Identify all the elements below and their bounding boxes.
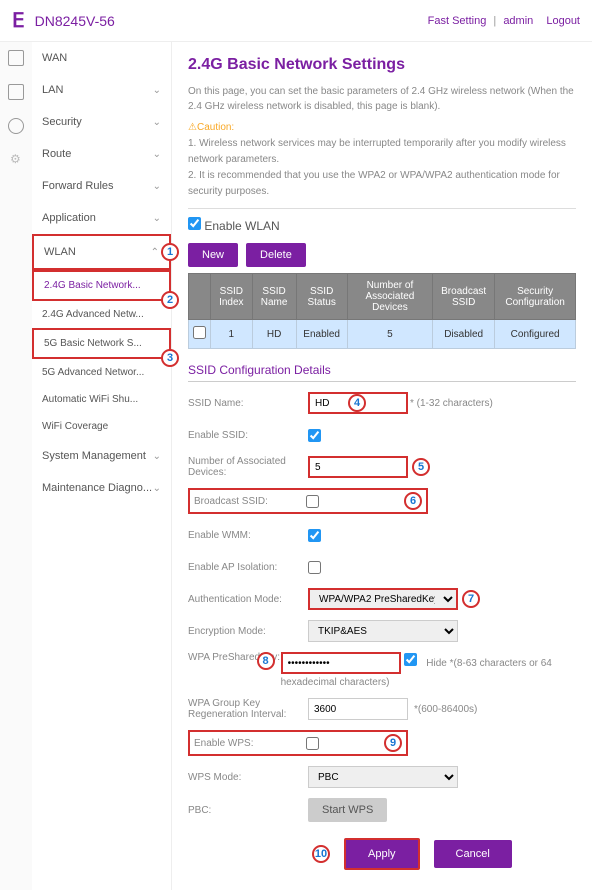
nav-5g-advanced[interactable]: 5G Advanced Networ... bbox=[32, 359, 171, 386]
plus-icon[interactable] bbox=[8, 84, 24, 100]
annotation-10: 10 bbox=[312, 845, 330, 863]
enable-wlan-checkbox[interactable] bbox=[188, 217, 201, 230]
wps-mode-label: WPS Mode: bbox=[188, 772, 308, 783]
sidebar: WAN LAN⌄ Security⌄ Route⌄ Forward Rules⌄… bbox=[32, 42, 172, 890]
home-icon[interactable] bbox=[8, 50, 24, 66]
broadcast-ssid-checkbox[interactable] bbox=[306, 495, 319, 508]
start-wps-button[interactable]: Start WPS bbox=[308, 798, 387, 822]
model-name: DN8245V-56 bbox=[35, 13, 115, 29]
nav-system-mgmt[interactable]: System Management⌄ bbox=[32, 440, 171, 472]
annotation-9: 9 bbox=[384, 734, 402, 752]
nav-24g-basic[interactable]: 2.4G Basic Network... 2 bbox=[32, 270, 171, 301]
chevron-down-icon: ⌄ bbox=[153, 451, 161, 462]
ssid-config-title: SSID Configuration Details bbox=[188, 363, 576, 382]
header: ⴹ DN8245V-56 Fast Setting | admin Logout bbox=[0, 0, 592, 42]
assoc-devices-label: Number of Associated Devices: bbox=[188, 456, 308, 478]
enable-ssid-checkbox[interactable] bbox=[308, 429, 321, 442]
broadcast-ssid-label: Broadcast SSID: bbox=[194, 496, 306, 507]
psk-hide-checkbox[interactable] bbox=[404, 653, 417, 666]
page-title: 2.4G Basic Network Settings bbox=[188, 56, 576, 74]
chevron-down-icon: ⌄ bbox=[153, 181, 161, 192]
regen-interval-input[interactable] bbox=[308, 698, 408, 720]
auth-mode-select[interactable]: WPA/WPA2 PreSharedKey bbox=[308, 588, 458, 610]
enable-wmm-label: Enable WMM: bbox=[188, 530, 308, 541]
ap-isolation-label: Enable AP Isolation: bbox=[188, 562, 308, 573]
nav-wan[interactable]: WAN bbox=[32, 42, 171, 74]
assoc-devices-input[interactable] bbox=[308, 456, 408, 478]
ssid-name-hint: * (1-32 characters) bbox=[410, 398, 493, 409]
cancel-button[interactable]: Cancel bbox=[434, 840, 512, 868]
nav-maintenance[interactable]: Maintenance Diagno...⌄ bbox=[32, 472, 171, 504]
table-row[interactable]: 1HDEnabled 5DisabledConfigured bbox=[189, 320, 576, 349]
annotation-3: 3 bbox=[161, 349, 179, 367]
wps-mode-select[interactable]: PBC bbox=[308, 766, 458, 788]
encryption-mode-label: Encryption Mode: bbox=[188, 626, 308, 637]
ssid-table: SSID IndexSSID NameSSID Status Number of… bbox=[188, 273, 576, 349]
chevron-down-icon: ⌄ bbox=[153, 149, 161, 160]
enable-ssid-label: Enable SSID: bbox=[188, 430, 308, 441]
nav-application[interactable]: Application⌄ bbox=[32, 202, 171, 234]
nav-lan[interactable]: LAN⌄ bbox=[32, 74, 171, 106]
we-logo: ⴹ bbox=[12, 8, 25, 33]
encryption-mode-select[interactable]: TKIP&AES bbox=[308, 620, 458, 642]
chevron-up-icon: ⌃ bbox=[151, 247, 159, 258]
delete-button[interactable]: Delete bbox=[246, 243, 306, 267]
nav-24g-advanced[interactable]: 2.4G Advanced Netw... bbox=[32, 301, 171, 328]
ssid-name-label: SSID Name: bbox=[188, 398, 308, 409]
enable-wps-label: Enable WPS: bbox=[194, 738, 306, 749]
nav-route[interactable]: Route⌄ bbox=[32, 138, 171, 170]
page-intro: On this page, you can set the basic para… bbox=[188, 84, 576, 114]
chevron-down-icon: ⌄ bbox=[153, 117, 161, 128]
admin-link[interactable]: admin bbox=[503, 15, 533, 27]
nav-security[interactable]: Security⌄ bbox=[32, 106, 171, 138]
main-panel: 2.4G Basic Network Settings On this page… bbox=[172, 42, 592, 890]
nav-forward-rules[interactable]: Forward Rules⌄ bbox=[32, 170, 171, 202]
ap-isolation-checkbox[interactable] bbox=[308, 561, 321, 574]
annotation-8: 8 bbox=[257, 652, 275, 670]
enable-wps-checkbox[interactable] bbox=[306, 737, 319, 750]
nav-auto-wifi-shut[interactable]: Automatic WiFi Shu... bbox=[32, 386, 171, 413]
logout-link[interactable]: Logout bbox=[546, 15, 580, 27]
chevron-down-icon: ⌄ bbox=[153, 85, 161, 96]
regen-interval-label: WPA Group Key Regeneration Interval: bbox=[188, 698, 308, 720]
psk-input[interactable] bbox=[281, 652, 401, 674]
annotation-1: 1 bbox=[161, 243, 179, 261]
annotation-7: 7 bbox=[462, 590, 480, 608]
new-button[interactable]: New bbox=[188, 243, 238, 267]
enable-wmm-checkbox[interactable] bbox=[308, 529, 321, 542]
pbc-label: PBC: bbox=[188, 805, 308, 816]
annotation-6: 6 bbox=[404, 492, 422, 510]
chevron-down-icon: ⌄ bbox=[153, 213, 161, 224]
gear-icon[interactable]: ⚙ bbox=[10, 152, 22, 164]
annotation-5: 5 bbox=[412, 458, 430, 476]
icon-rail: ⚙ bbox=[0, 42, 32, 890]
enable-wlan-label: Enable WLAN bbox=[204, 219, 279, 233]
nav-wifi-coverage[interactable]: WiFi Coverage bbox=[32, 413, 171, 440]
apply-button[interactable]: Apply bbox=[344, 838, 420, 870]
annotation-4: 4 bbox=[348, 394, 366, 412]
fast-setting-link[interactable]: Fast Setting bbox=[428, 15, 487, 27]
auth-mode-label: Authentication Mode: bbox=[188, 594, 308, 605]
clock-icon[interactable] bbox=[8, 118, 24, 134]
regen-hint: *(600-86400s) bbox=[414, 704, 477, 715]
enable-wlan-row: Enable WLAN bbox=[188, 217, 576, 233]
nav-5g-basic[interactable]: 5G Basic Network S... 3 bbox=[32, 328, 171, 359]
nav-wlan[interactable]: WLAN⌃ 1 bbox=[32, 234, 171, 270]
row-checkbox[interactable] bbox=[193, 326, 206, 339]
annotation-2: 2 bbox=[161, 291, 179, 309]
caution-block: ⚠Caution: 1. Wireless network services m… bbox=[188, 120, 576, 209]
chevron-down-icon: ⌄ bbox=[153, 483, 161, 494]
